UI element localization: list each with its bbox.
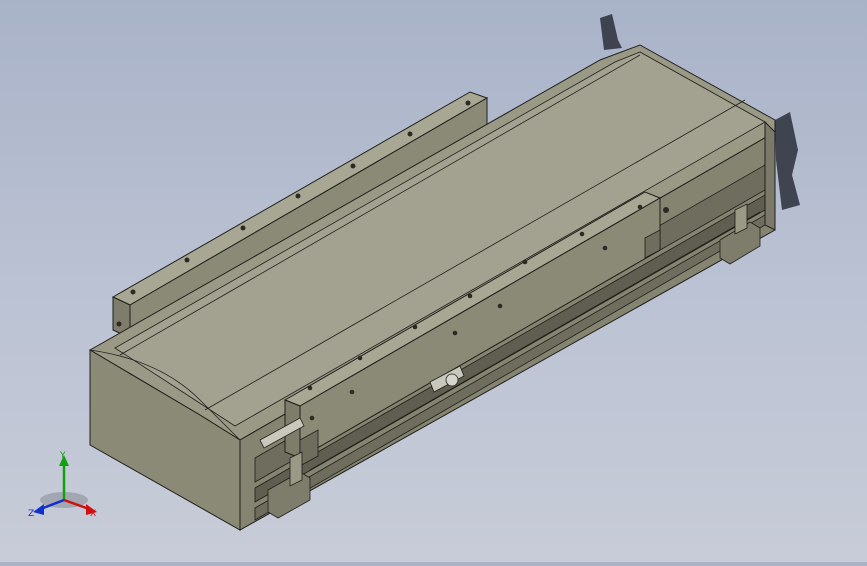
x-axis-label: X xyxy=(90,509,96,519)
cad-viewport[interactable]: Y X Z xyxy=(0,0,867,562)
y-axis-label: Y xyxy=(59,451,66,461)
model-canvas[interactable]: Y X Z xyxy=(0,0,867,562)
z-axis-label: Z xyxy=(28,509,34,519)
axis-triad: Y X Z xyxy=(28,451,97,519)
